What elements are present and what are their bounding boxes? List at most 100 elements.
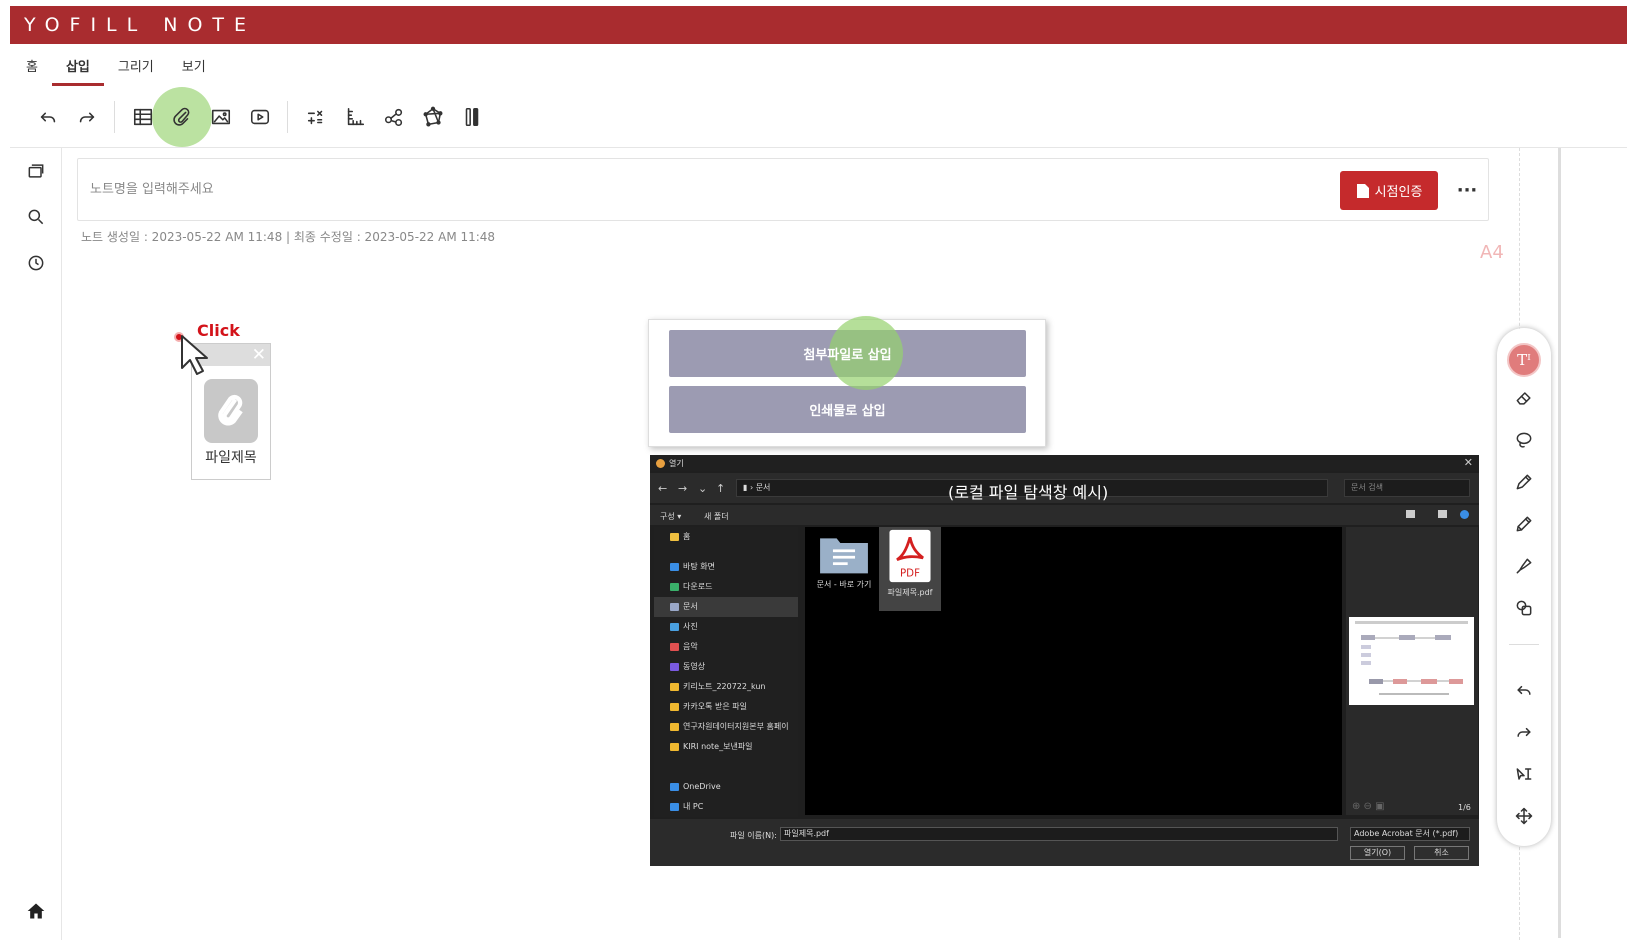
insert-graph-button[interactable] (413, 98, 452, 136)
up-icon[interactable]: ↑ (716, 482, 725, 495)
tab-home[interactable]: 홈 (10, 44, 52, 86)
panel-redo-button[interactable] (1497, 712, 1551, 752)
open-button[interactable]: 열기(O) (1350, 846, 1405, 860)
share-node-icon (384, 108, 402, 127)
file-label: 파일제목.pdf (887, 588, 933, 597)
home-icon (27, 903, 45, 919)
ribbon-tabs: 홈 삽입 그리기 보기 (10, 44, 220, 88)
pdf-preview-thumbnail (1349, 617, 1474, 705)
tab-view[interactable]: 보기 (168, 44, 220, 86)
file-open-dialog: 열기 ✕ ← → ⌄ ↑ ▮ › 문서 문서 검색 (로컬 파일 탐색창 예시)… (650, 455, 1479, 866)
search-icon (28, 209, 44, 225)
file-item[interactable]: PDF 파일제목.pdf (879, 527, 941, 611)
table-icon (133, 108, 152, 126)
text-select-button[interactable] (1497, 754, 1551, 794)
nav-item[interactable]: 카카오톡 받은 파일 (654, 697, 798, 717)
eraser-tool-button[interactable] (1497, 378, 1551, 418)
nav-item[interactable]: 내 PC (654, 797, 798, 817)
text-tool-icon[interactable]: Tᴵ (1507, 343, 1541, 377)
panel-undo-button[interactable] (1497, 670, 1551, 710)
nav-item[interactable]: 키리노트_220722_kun (654, 677, 798, 697)
nav-label: 내 PC (683, 802, 704, 811)
chevron-down-icon[interactable]: ⌄ (698, 482, 707, 495)
app-window: YOFILL NOTE 홈 삽입 그리기 보기 노트명을 입력해주세요 시점인증… (10, 6, 1627, 940)
organize-button[interactable]: 구성 ▾ (660, 511, 681, 522)
nav-item[interactable]: OneDrive (654, 777, 798, 797)
dialog-close-icon[interactable]: ✕ (1464, 456, 1473, 469)
flowchart-preview (1355, 621, 1468, 695)
toolbar-divider (114, 101, 115, 133)
insert-as-print-button[interactable]: 인쇄물로 삽입 (669, 386, 1026, 433)
lasso-tool-button[interactable] (1497, 420, 1551, 460)
nav-item[interactable]: 사진 (654, 617, 798, 637)
forward-icon[interactable]: → (678, 482, 687, 495)
attach-file-icon (204, 379, 258, 443)
pen-tool-button[interactable] (1497, 462, 1551, 502)
cancel-button[interactable]: 취소 (1414, 846, 1469, 860)
folder-icon (670, 643, 679, 651)
nav-label: 음악 (683, 642, 698, 651)
view-mode-icon[interactable] (1406, 510, 1415, 518)
nav-item[interactable]: 동영상 (654, 657, 798, 677)
tab-insert[interactable]: 삽입 (51, 44, 104, 86)
insert-as-print-label: 인쇄물로 삽입 (809, 404, 886, 419)
dialog-file-list: 문서 - 바로 가기 PDF 파일제목.pdf (805, 527, 1342, 815)
dialog-search-input[interactable]: 문서 검색 (1344, 479, 1470, 497)
undo-button[interactable] (28, 98, 67, 136)
attachment-close-button[interactable]: ✕ (252, 344, 266, 366)
insert-toolbar (28, 87, 491, 147)
nav-item[interactable]: 바탕 화면 (654, 557, 798, 577)
nav-label: 홈 (683, 532, 691, 541)
nav-item[interactable]: 음악 (654, 637, 798, 657)
nav-item[interactable]: KIRI note_보낸파일 (654, 737, 798, 757)
folder-shortcut-icon (820, 538, 868, 574)
highlighter-icon (1516, 558, 1532, 574)
nav-item[interactable]: 연구자원데이터지원본부 홈페이 (654, 717, 798, 737)
preview-nav-icons[interactable]: ⊕ ⊖ ▣ (1352, 801, 1385, 812)
search-button[interactable] (10, 194, 62, 240)
home-button[interactable] (10, 888, 62, 934)
nav-item[interactable]: 홈 (654, 527, 798, 547)
redo-button[interactable] (67, 98, 106, 136)
insert-link-button[interactable] (374, 98, 413, 136)
dialog-nav-pane: 홈 바탕 화면 다운로드 문서 사진 음악 동영상 키리노트_220722_ku… (654, 527, 798, 817)
graph-icon (423, 106, 442, 127)
help-icon[interactable] (1460, 510, 1469, 519)
insert-ruler-button[interactable] (335, 98, 374, 136)
pdf-badge: PDF (900, 568, 920, 580)
cloud-icon (670, 783, 679, 791)
pdf-file-icon: PDF (889, 529, 931, 583)
note-header: 노트명을 입력해주세요 시점인증 ··· (77, 158, 1489, 221)
scrollbar[interactable] (1558, 148, 1561, 938)
nav-item[interactable]: 다운로드 (654, 577, 798, 597)
history-button[interactable] (10, 240, 62, 286)
filename-input[interactable]: 파일제목.pdf (780, 827, 1338, 841)
tab-draw[interactable]: 그리기 (104, 44, 168, 86)
note-title-input[interactable]: 노트명을 입력해주세요 (90, 159, 990, 220)
insert-mode-popup: 첨부파일로 삽입 인쇄물로 삽입 (648, 316, 1046, 447)
insert-attachment-button[interactable] (151, 87, 212, 147)
file-item[interactable]: 문서 - 바로 가기 (813, 531, 875, 607)
shape-tool-button[interactable] (1497, 588, 1551, 628)
nav-item[interactable]: 문서 (654, 597, 798, 617)
insert-video-button[interactable] (240, 98, 279, 136)
preview-pane-icon[interactable] (1438, 510, 1447, 518)
pages-button[interactable] (10, 148, 62, 194)
insert-as-attachment-button[interactable]: 첨부파일로 삽입 (669, 316, 1026, 390)
insert-formula-button[interactable] (296, 98, 335, 136)
undo-icon (1517, 685, 1531, 695)
back-icon[interactable]: ← (658, 482, 667, 495)
pencil-tool-button[interactable] (1497, 504, 1551, 544)
dialog-title: 열기 (669, 458, 684, 468)
timestamp-cert-button[interactable]: 시점인증 (1340, 171, 1438, 210)
cert-button-label: 시점인증 (1374, 185, 1423, 200)
insert-experiment-button[interactable] (452, 98, 491, 136)
explorer-caption: (로컬 파일 탐색창 예시) (948, 483, 1109, 502)
highlighter-tool-button[interactable] (1497, 546, 1551, 586)
shapes-icon (1516, 600, 1532, 616)
filetype-select[interactable]: Adobe Acrobat 문서 (*.pdf) (1350, 827, 1470, 841)
more-button[interactable]: ··· (1452, 171, 1482, 210)
new-folder-button[interactable]: 새 폴더 (704, 511, 729, 522)
move-tool-button[interactable] (1497, 796, 1551, 836)
folder-icon (670, 683, 679, 691)
